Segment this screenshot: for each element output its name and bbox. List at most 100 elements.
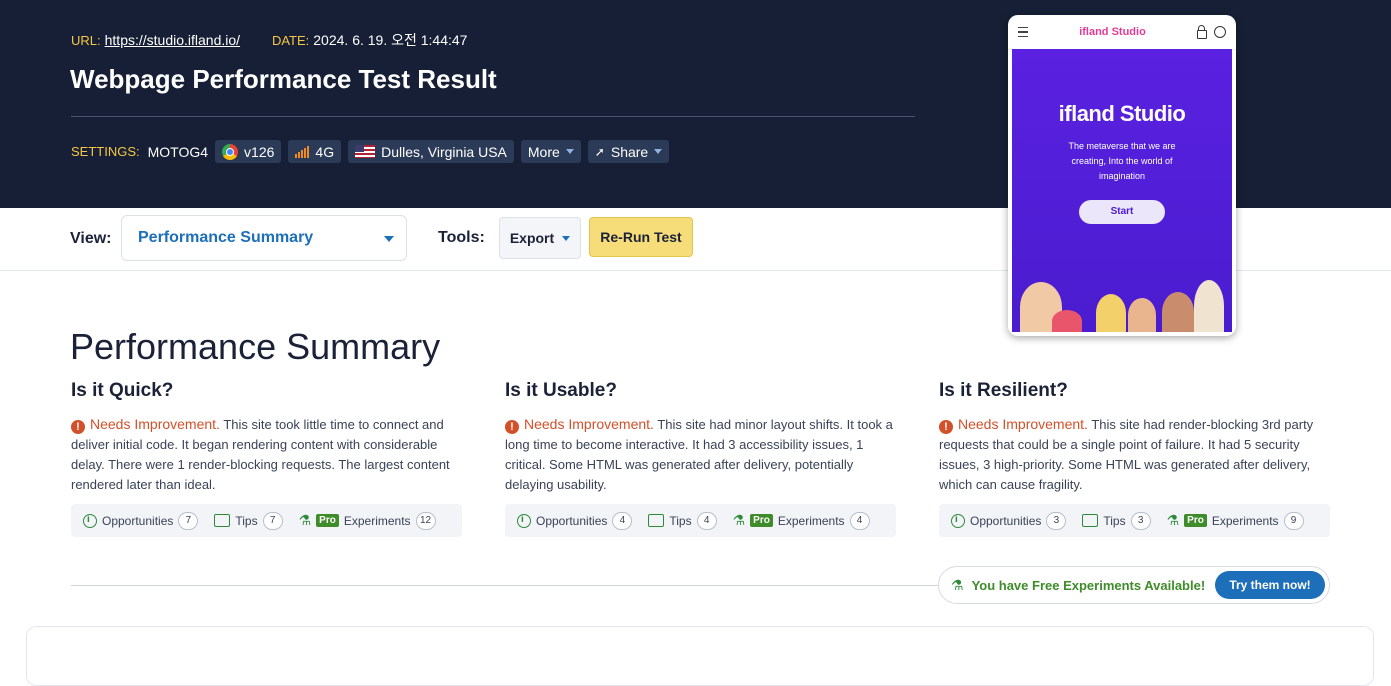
opportunities-count: 3 bbox=[1046, 511, 1067, 530]
opportunities-count: 7 bbox=[178, 511, 199, 530]
flask-icon: ⚗ bbox=[732, 512, 746, 528]
warning-icon: ! bbox=[505, 420, 519, 434]
page-title: Webpage Performance Test Result bbox=[70, 64, 497, 94]
flask-icon: ⚗ bbox=[298, 512, 312, 528]
tips-icon bbox=[214, 514, 231, 527]
experiments-count: 12 bbox=[415, 511, 436, 530]
opportunities-icon bbox=[951, 513, 965, 528]
resilient-column: Is it Resilient? ! Needs Improvement. Thi… bbox=[939, 380, 1331, 495]
usable-heading: Is it Usable? bbox=[505, 380, 617, 401]
tips-label: Tips bbox=[669, 513, 692, 528]
quick-heading: Is it Quick? bbox=[71, 380, 174, 401]
section-divider bbox=[71, 585, 941, 586]
usable-stats: Opportunities 4 Tips 4 ⚗ Pro Experiments 4 bbox=[505, 504, 896, 537]
experiments-label: Experiments bbox=[777, 513, 845, 528]
share-button[interactable]: ➚ Share bbox=[587, 140, 670, 163]
test-settings: SETTINGS: MOTOG4 v126 4G Dulles, Virgini… bbox=[71, 140, 670, 163]
tips-icon bbox=[1082, 514, 1099, 527]
more-button[interactable]: More bbox=[520, 140, 581, 163]
view-selected: Performance Summary bbox=[138, 229, 314, 246]
experiments-label: Experiments bbox=[1211, 513, 1279, 528]
resilient-experiments-link[interactable]: ⚗ Pro Experiments 9 bbox=[1167, 511, 1304, 530]
usable-experiments-link[interactable]: ⚗ Pro Experiments 4 bbox=[732, 511, 870, 530]
rerun-test-button[interactable]: Re-Run Test bbox=[589, 217, 693, 257]
test-url-link[interactable]: https://studio.ifland.io/ bbox=[105, 32, 240, 48]
flask-icon: ⚗ bbox=[951, 576, 964, 593]
page-screenshot-thumbnail[interactable]: ifland Studio ifland Studio The metavers… bbox=[1008, 15, 1236, 336]
export-button[interactable]: Export bbox=[499, 217, 581, 259]
pro-badge: Pro bbox=[316, 514, 339, 527]
quick-stats: Opportunities 7 Tips 7 ⚗ Pro Experiments 12 bbox=[71, 504, 462, 537]
us-flag-icon bbox=[355, 145, 376, 158]
screenshot-logo: ifland Studio bbox=[1079, 26, 1146, 38]
screenshot-hero: ifland Studio The metaverse that we are … bbox=[1012, 49, 1232, 332]
usable-opportunities-link[interactable]: Opportunities 4 bbox=[517, 511, 633, 530]
pro-badge: Pro bbox=[1184, 514, 1207, 527]
free-experiments-banner: ⚗ You have Free Experiments Available! T… bbox=[938, 566, 1330, 604]
tips-label: Tips bbox=[235, 513, 258, 528]
opportunities-icon bbox=[517, 513, 531, 528]
browser-version: v126 bbox=[244, 143, 275, 160]
settings-key: SETTINGS: bbox=[71, 144, 140, 159]
opportunities-count: 4 bbox=[612, 511, 633, 530]
opportunities-label: Opportunities bbox=[102, 513, 174, 528]
resilient-tips-link[interactable]: Tips 3 bbox=[1082, 511, 1151, 530]
try-them-now-button[interactable]: Try them now! bbox=[1215, 571, 1325, 599]
quick-description: ! Needs Improvement. This site took littl… bbox=[71, 414, 463, 495]
more-label: More bbox=[527, 143, 560, 160]
quick-tips-link[interactable]: Tips 7 bbox=[214, 511, 283, 530]
experiments-label: Experiments bbox=[343, 513, 411, 528]
screenshot-topbar: ifland Studio bbox=[1008, 15, 1236, 50]
export-label: Export bbox=[509, 230, 555, 246]
resilient-status: Needs Improvement. bbox=[958, 416, 1088, 432]
resilient-opportunities-link[interactable]: Opportunities 3 bbox=[951, 511, 1067, 530]
screenshot-tagline: The metaverse that we are creating, Into… bbox=[1068, 141, 1176, 181]
share-label: Share bbox=[610, 143, 649, 160]
quick-column: Is it Quick? ! Needs Improvement. This si… bbox=[71, 380, 463, 495]
experiments-count: 4 bbox=[849, 511, 870, 530]
warning-icon: ! bbox=[71, 420, 85, 434]
test-location: Dulles, Virginia USA bbox=[381, 143, 507, 160]
menu-icon bbox=[1018, 27, 1028, 37]
characters-illustration bbox=[1012, 262, 1232, 332]
url-key: URL: bbox=[71, 33, 101, 48]
browser-badge: v126 bbox=[215, 140, 282, 163]
screenshot-start-button: Start bbox=[1079, 200, 1165, 224]
view-select[interactable]: Performance Summary bbox=[121, 215, 407, 261]
content-card bbox=[26, 626, 1374, 686]
header-divider bbox=[71, 116, 915, 117]
test-date: 2024. 6. 19. 오전 1:44:47 bbox=[313, 32, 468, 48]
tips-count: 4 bbox=[696, 511, 717, 530]
date-key: DATE: bbox=[271, 33, 310, 48]
chevron-down-icon bbox=[565, 149, 574, 154]
pro-badge: Pro bbox=[750, 514, 773, 527]
test-meta: URL: https://studio.ifland.io/ DATE: 2024.… bbox=[71, 30, 467, 50]
warning-icon: ! bbox=[939, 420, 953, 434]
chevron-down-icon bbox=[384, 236, 394, 242]
opportunities-label: Opportunities bbox=[970, 513, 1042, 528]
opportunities-icon bbox=[83, 513, 97, 528]
usable-tips-link[interactable]: Tips 4 bbox=[648, 511, 717, 530]
resilient-stats: Opportunities 3 Tips 3 ⚗ Pro Experiments 9 bbox=[939, 504, 1330, 537]
quick-opportunities-link[interactable]: Opportunities 7 bbox=[83, 511, 199, 530]
summary-title: Performance Summary bbox=[70, 326, 441, 367]
usable-description: ! Needs Improvement. This site had minor … bbox=[505, 414, 897, 495]
experiments-count: 9 bbox=[1283, 511, 1304, 530]
chevron-down-icon bbox=[654, 149, 663, 154]
usable-status: Needs Improvement. bbox=[524, 416, 654, 432]
tools-label: Tools: bbox=[438, 229, 485, 246]
globe-icon bbox=[1213, 25, 1226, 38]
resilient-heading: Is it Resilient? bbox=[939, 380, 1068, 401]
resilient-description: ! Needs Improvement. This site had render… bbox=[939, 414, 1331, 495]
quick-experiments-link[interactable]: ⚗ Pro Experiments 12 bbox=[298, 511, 436, 530]
tips-label: Tips bbox=[1103, 513, 1126, 528]
signal-bars-icon bbox=[295, 145, 310, 158]
opportunities-label: Opportunities bbox=[536, 513, 608, 528]
quick-status: Needs Improvement. bbox=[90, 416, 220, 432]
free-experiments-text: You have Free Experiments Available! bbox=[971, 577, 1206, 593]
location-badge: Dulles, Virginia USA bbox=[348, 140, 514, 163]
tips-icon bbox=[648, 514, 665, 527]
screenshot-brand: ifland Studio bbox=[1058, 101, 1186, 126]
network-badge: 4G bbox=[288, 140, 342, 163]
device-name: MOTOG4 bbox=[147, 143, 209, 160]
